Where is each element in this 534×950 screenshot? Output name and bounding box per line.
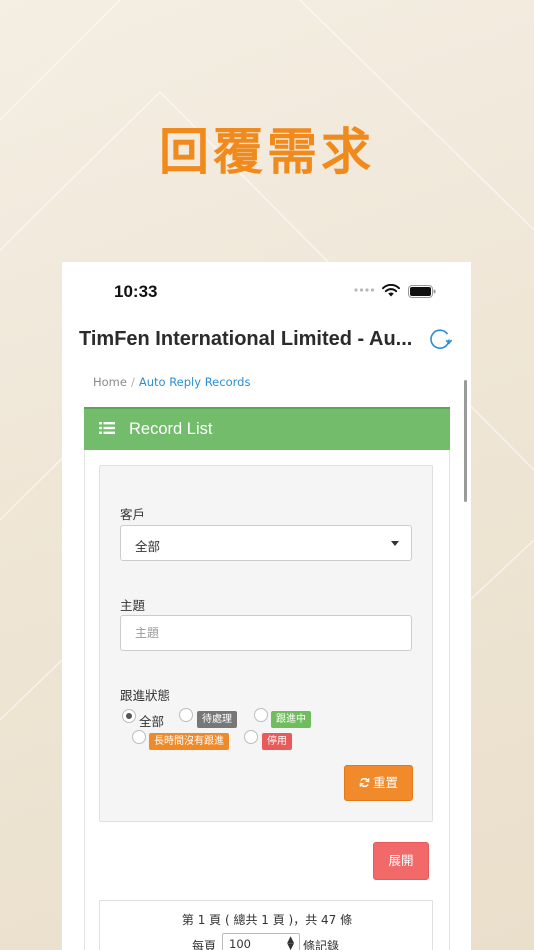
pagination: 第 1 頁 ( 總共 1 頁 )，共 47 條 每頁 100 ▲ ▼ 條記錄 [99,900,433,950]
vertical-scrollbar[interactable] [464,380,467,502]
page-title: TimFen International Limited - Au... [79,328,413,350]
breadcrumb: Home / Auto Reply Records [93,375,250,389]
per-page-select[interactable]: 100 ▲ ▼ [222,933,300,950]
app-header: TimFen International Limited - Au... [62,320,471,362]
status-tag-pending: 待處理 [197,711,237,728]
panel-header: Record List [84,407,450,450]
status-bar: 10:33 [62,262,471,320]
subject-input[interactable] [120,615,412,651]
per-page-row: 每頁 100 ▲ ▼ 條記錄 [192,933,392,950]
customer-select[interactable]: 全部 [120,525,412,561]
page-summary: 第 1 頁 ( 總共 1 頁 )，共 47 條 [181,913,353,927]
per-page-value: 100 [229,937,251,950]
status-label: 跟進狀態 [120,688,171,703]
status-radio-long-no-follow[interactable] [132,730,146,744]
expand-button-label: 展開 [388,853,414,868]
reset-button-label: 重置 [372,775,398,790]
per-page-suffix: 條記錄 [303,939,340,950]
status-tag-following: 跟進中 [271,711,311,728]
status-tag-long-no-follow: 長時間沒有跟進 [149,733,229,750]
status-radio-following[interactable] [254,708,268,722]
caret-down-icon [391,541,399,546]
breadcrumb-separator: / [130,375,135,389]
status-radio-all-label: 全部 [139,714,165,729]
expand-button[interactable]: 展開 [373,842,429,880]
cellular-signal-icon [354,288,375,292]
reset-button[interactable]: 重置 [344,765,413,801]
list-icon [99,422,115,434]
status-radio-pending[interactable] [179,708,193,722]
refresh-small-icon [359,777,370,788]
refresh-icon[interactable] [427,326,453,352]
status-tag-disabled: 停用 [262,733,292,750]
wifi-icon [382,284,400,297]
customer-select-value: 全部 [135,539,161,554]
battery-icon [408,285,436,298]
breadcrumb-home[interactable]: Home [93,375,127,389]
subject-label: 主題 [120,598,146,613]
chevron-updown-icon: ▲ ▼ [287,935,294,950]
hero-title: 回覆需求 [159,123,375,181]
status-time: 10:33 [114,282,158,301]
status-radio-disabled[interactable] [244,730,258,744]
status-radio-all[interactable] [122,709,136,723]
per-page-label: 每頁 [192,939,217,950]
panel-title: Record List [129,420,213,438]
breadcrumb-current[interactable]: Auto Reply Records [139,375,251,389]
phone-screen: 10:33 TimFen International Limited - Au.… [62,262,471,950]
customer-label: 客戶 [120,507,146,522]
